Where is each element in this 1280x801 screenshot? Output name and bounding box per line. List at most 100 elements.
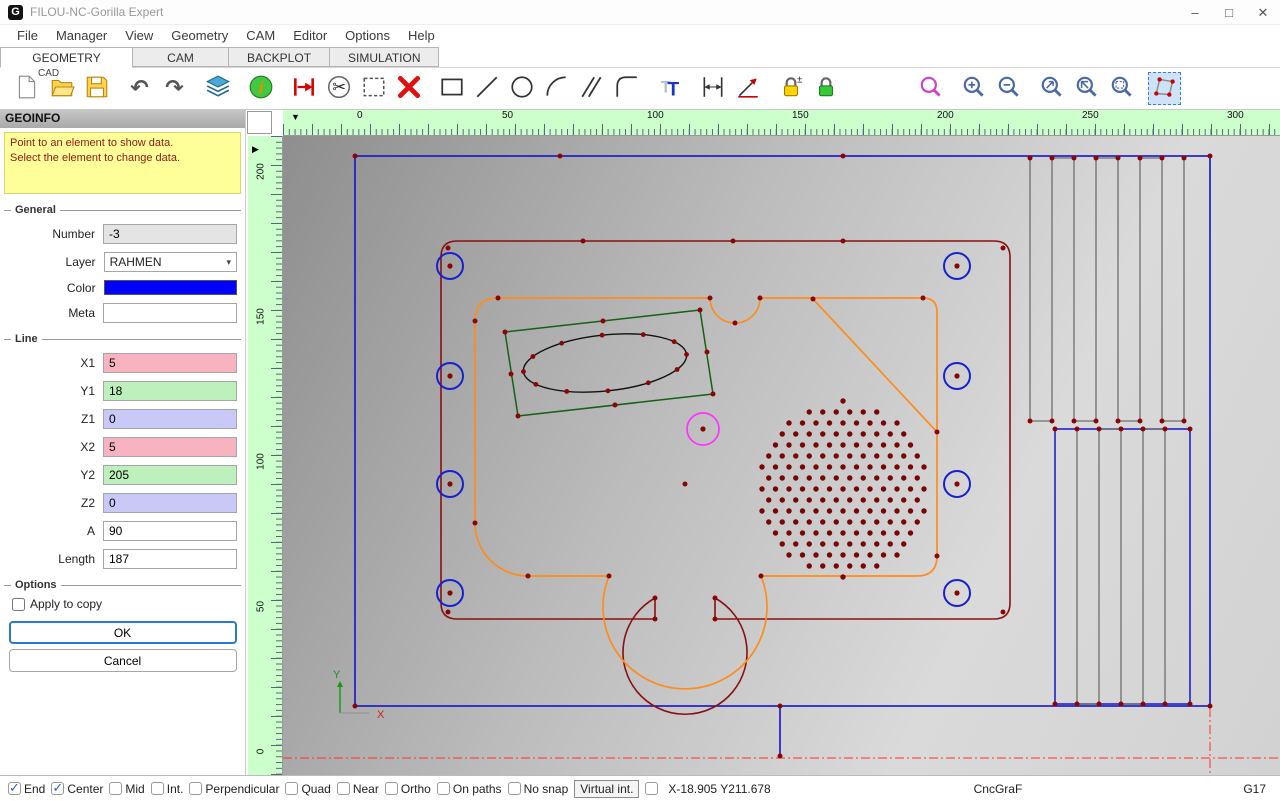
zoom-out-button[interactable] <box>992 72 1025 105</box>
cancel-button[interactable]: Cancel <box>8 649 237 672</box>
menu-cam[interactable]: CAM <box>237 25 284 47</box>
meta-input[interactable] <box>103 303 237 323</box>
z2-input[interactable] <box>103 493 237 513</box>
snap-int-[interactable]: Int. <box>150 782 183 796</box>
checkbox-icon[interactable] <box>51 780 65 796</box>
checkbox-icon[interactable] <box>8 780 21 796</box>
edit-points-button[interactable] <box>1148 72 1181 105</box>
outer-frame[interactable] <box>354 155 1211 707</box>
panel-outline[interactable] <box>440 240 1011 716</box>
menu-help[interactable]: Help <box>399 25 444 47</box>
snap-end[interactable]: End <box>8 780 45 796</box>
workspace: ▼ 0 50 100 150 200 250 300 ▶ 200 150 100 50 0 <box>246 110 1280 775</box>
tab-geometry[interactable]: GEOMETRY <box>0 47 133 68</box>
x1-input[interactable] <box>103 353 237 373</box>
menu-file[interactable]: File <box>8 25 47 47</box>
trim-button[interactable]: ✂ <box>322 72 355 105</box>
arc-button[interactable] <box>540 72 573 105</box>
window-title: FILOU-NC-Gorilla Expert <box>30 5 164 19</box>
zoom-extents-button[interactable] <box>1035 72 1068 105</box>
lock-tolerance-button[interactable]: ± <box>774 72 807 105</box>
point-move-button[interactable] <box>287 72 320 105</box>
length-input[interactable] <box>103 549 237 569</box>
menu-geometry[interactable]: Geometry <box>162 25 237 47</box>
dimension-button[interactable] <box>696 72 729 105</box>
tab-simulation[interactable]: SIMULATION <box>330 47 440 67</box>
zoom-previous-button[interactable] <box>914 72 947 105</box>
checkbox-icon[interactable] <box>336 782 350 795</box>
comb-path-upper[interactable] <box>1029 157 1185 422</box>
parallel-button[interactable] <box>575 72 608 105</box>
ellipse-element[interactable] <box>521 327 690 400</box>
fixture-outline[interactable] <box>504 309 714 417</box>
snap-near[interactable]: Near <box>336 782 379 796</box>
snap-mid[interactable]: Mid <box>109 782 145 796</box>
number-label: Number <box>52 227 95 241</box>
tab-cam[interactable]: CAM <box>133 47 229 67</box>
leader-button[interactable] <box>731 72 764 105</box>
general-section-header: General <box>4 204 241 216</box>
chamfer-button[interactable] <box>610 72 643 105</box>
zoom-in-button[interactable] <box>957 72 990 105</box>
save-button[interactable] <box>80 72 113 105</box>
checkbox-icon[interactable] <box>384 782 398 795</box>
menu-manager[interactable]: Manager <box>47 25 116 47</box>
lock-button[interactable] <box>809 72 842 105</box>
snap-on-paths[interactable]: On paths <box>436 782 502 796</box>
snap-no-snap[interactable]: No snap <box>507 782 568 796</box>
zoom-selected-button[interactable] <box>1070 72 1103 105</box>
select-rect-button[interactable] <box>357 72 390 105</box>
checkbox-icon[interactable] <box>150 782 164 795</box>
cad-canvas[interactable]: Y X <box>283 136 1280 775</box>
z1-input[interactable] <box>103 409 237 429</box>
rectangle-button[interactable] <box>435 72 468 105</box>
text-button[interactable]: TT <box>653 72 686 105</box>
snap-perpendicular[interactable]: Perpendicular <box>189 782 279 796</box>
layers-button[interactable] <box>201 72 234 105</box>
zoom-window-icon <box>1109 74 1135 103</box>
checkbox-icon[interactable] <box>285 782 299 795</box>
circle-button[interactable] <box>505 72 538 105</box>
virtual-int-button[interactable]: Virtual int. <box>574 779 640 798</box>
checkbox-icon[interactable] <box>507 782 521 795</box>
ruler-label: 100 <box>255 453 267 470</box>
delete-button[interactable] <box>392 72 425 105</box>
extra-snap-checkbox[interactable] <box>645 782 659 795</box>
apply-to-copy-checkbox[interactable] <box>12 597 25 611</box>
number-input[interactable] <box>103 224 237 244</box>
info-button[interactable]: i <box>244 72 277 105</box>
menu-view[interactable]: View <box>116 25 162 47</box>
text-icon: TT <box>657 74 683 103</box>
checkbox-icon[interactable] <box>109 782 123 795</box>
trim-icon: ✂ <box>326 74 352 103</box>
menu-options[interactable]: Options <box>336 25 399 47</box>
tab-backplot[interactable]: BACKPLOT <box>229 47 331 67</box>
checkbox-icon[interactable] <box>189 782 203 795</box>
x2-input[interactable] <box>103 437 237 457</box>
zoom-window-button[interactable] <box>1105 72 1138 105</box>
minimize-button[interactable]: – <box>1178 0 1212 25</box>
right-pocket[interactable] <box>1054 428 1191 705</box>
app-logo-icon: G <box>8 4 23 20</box>
comb-path-lower[interactable] <box>1076 428 1166 705</box>
ruler-label: 150 <box>255 308 267 325</box>
y2-input[interactable] <box>103 465 237 485</box>
snap-center[interactable]: Center <box>51 780 103 796</box>
snap-quad[interactable]: Quad <box>285 782 331 796</box>
a-input[interactable] <box>103 521 237 541</box>
layer-select[interactable]: RAHMEN ▾ <box>103 252 237 272</box>
close-button[interactable]: ✕ <box>1246 0 1280 25</box>
ruler-label: 250 <box>1082 110 1099 121</box>
snap-ortho[interactable]: Ortho <box>384 782 431 796</box>
y1-input[interactable] <box>103 381 237 401</box>
menu-editor[interactable]: Editor <box>284 25 336 47</box>
ok-button[interactable]: OK <box>8 621 237 644</box>
zoom-in-icon <box>961 74 987 103</box>
color-swatch[interactable] <box>103 280 237 295</box>
undo-button[interactable]: ↶ <box>123 72 156 105</box>
chevron-down-icon: ▾ <box>226 256 231 267</box>
checkbox-icon[interactable] <box>436 782 450 795</box>
maximize-button[interactable]: □ <box>1212 0 1246 25</box>
redo-button[interactable]: ↷ <box>158 72 191 105</box>
line-button[interactable] <box>470 72 503 105</box>
